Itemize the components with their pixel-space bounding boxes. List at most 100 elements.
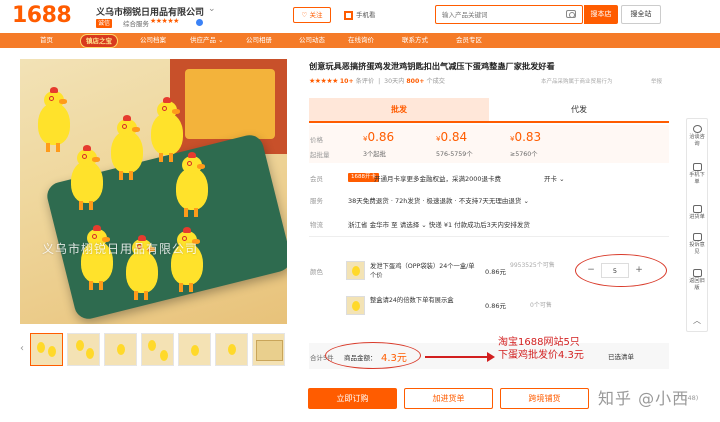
search-input[interactable]: [442, 8, 560, 21]
purchase-tabs: 批发 代发: [309, 98, 669, 123]
rating-stars: ★★★★★: [309, 77, 338, 85]
back-to-top-icon[interactable]: ︿: [687, 315, 707, 326]
price-tier-3: ¥0.83: [510, 130, 541, 144]
rating-row: ★★★★★ 10+ 条评价 | 30天内 800+ 个成交: [309, 77, 445, 85]
sidebar-item-label: 进货单: [689, 214, 705, 220]
option-price: 0.86元: [485, 268, 506, 276]
open-card-link[interactable]: 开卡 ⌄: [544, 173, 565, 183]
toy-chicken: [165, 227, 209, 293]
divider: [309, 236, 669, 237]
camera-icon[interactable]: [566, 10, 576, 18]
report-link[interactable]: 举报: [651, 77, 662, 85]
sidebar-item-chat[interactable]: 洽谈咨询: [687, 125, 707, 148]
site-logo[interactable]: 1688: [12, 3, 72, 28]
toy-chicken: [32, 87, 76, 153]
thumbnail[interactable]: [252, 333, 285, 366]
shop-badge: 诚信: [96, 19, 113, 28]
nav-item-featured[interactable]: 镇店之宝: [80, 34, 118, 48]
cart-icon: [692, 205, 702, 213]
nav-item-products-label: 供应产品: [190, 36, 216, 44]
thumbnail[interactable]: [67, 333, 100, 366]
shop-service-label: 综合服务: [123, 20, 149, 28]
price-value: 0.84: [440, 130, 468, 144]
service-text[interactable]: 38天免费退货 · 72h发货 · 极速退款 · 不支持7天无理由退货 ⌄: [348, 195, 529, 205]
header: 1688 义乌市栩锐日用品有限公司 ⌄ 诚信 综合服务 ★★★★★ ♡ 关注 手…: [0, 0, 720, 33]
thumbnail[interactable]: [178, 333, 211, 366]
member-text: 开通月卡享更多金融权益，采满2000退卡费: [374, 175, 502, 183]
shop-stars: ★★★★★: [150, 17, 179, 25]
tab-dropship[interactable]: 代发: [489, 98, 669, 121]
review-count: (48): [685, 394, 699, 402]
edit-icon: [692, 233, 702, 241]
toy-chicken: [170, 152, 214, 218]
sales-prefix: 30天内: [384, 78, 405, 85]
trade-notice: 本产品采购属于商业贸易行为: [541, 79, 613, 85]
rating-count[interactable]: 10+: [340, 78, 354, 85]
add-to-cart-button[interactable]: 加进货单: [404, 388, 493, 409]
nav-item-news[interactable]: 公司动态: [299, 33, 325, 48]
buy-now-button[interactable]: 立即订购: [308, 388, 397, 409]
sidebar-item-feedback[interactable]: 投诉意见: [687, 233, 707, 256]
annotation-arrow: [425, 356, 491, 358]
shipping-text[interactable]: 浙江省 金华市 至 请选择 ⌄ 快递 ¥1 付款成功后3天内安排发货: [348, 219, 530, 229]
shop-nav-bar: 首页 镇店之宝 公司档案 供应产品 ⌄ 公司相册 公司动态 在线询价 联系方式 …: [0, 33, 720, 48]
annotation-text: 淘宝1688网站5只 下蛋鸡批发价4.3元: [498, 336, 584, 362]
qty-tier-1: 3个起批: [363, 151, 386, 158]
sidebar-item-label: 返回旧版: [689, 278, 705, 291]
option-thumbnail[interactable]: [346, 261, 365, 280]
search-shop-button[interactable]: 搜本店: [584, 5, 618, 24]
annotation-arrowhead: [487, 352, 495, 362]
option-thumbnail[interactable]: [346, 296, 365, 315]
chat-icon: [692, 125, 702, 133]
sidebar-item-label: 洽谈咨询: [689, 134, 705, 147]
product-title: 创意玩具恶搞挤蛋鸡发泄鸡钥匙扣出气减压下蛋鸡整蛊厂家批发好看: [309, 61, 555, 71]
tab-wholesale[interactable]: 批发: [309, 98, 489, 121]
selected-list-link[interactable]: 已选清单: [608, 351, 634, 361]
price-label: 价格: [310, 136, 323, 144]
thumbnail[interactable]: [141, 333, 174, 366]
annotation-line-2: 下蛋鸡批发价4.3元: [498, 350, 584, 361]
sidebar-item-old-version[interactable]: 返回旧版: [687, 269, 707, 292]
cross-border-button[interactable]: 跨境铺货: [500, 388, 589, 409]
price-tier-2: ¥0.84: [436, 130, 467, 144]
nav-item-albums[interactable]: 公司相册: [246, 33, 272, 48]
sidebar-item-mobile[interactable]: 手机下单: [687, 163, 707, 186]
shipping-label: 物流: [310, 221, 323, 229]
price-value: 0.83: [514, 130, 542, 144]
search-box: [435, 5, 583, 24]
chevron-left-icon[interactable]: ‹: [20, 343, 24, 354]
rating-count-label: 条评价: [355, 78, 375, 85]
follow-button[interactable]: ♡ 关注: [293, 7, 331, 23]
search-all-button[interactable]: 搜全站: [621, 5, 661, 24]
sidebar-item-cart[interactable]: 进货单: [687, 205, 707, 221]
qty-tier-3: ≥5760个: [510, 151, 538, 158]
thumbnail[interactable]: [215, 333, 248, 366]
mobile-view-button[interactable]: 手机看: [344, 7, 376, 23]
price-tier-1: ¥0.86: [363, 130, 394, 144]
price-value: 0.86: [367, 130, 395, 144]
nav-item-home[interactable]: 首页: [40, 33, 53, 48]
color-label: 颜色: [310, 268, 323, 276]
thumbnail[interactable]: [30, 333, 63, 366]
nav-item-products[interactable]: 供应产品 ⌄: [190, 33, 224, 48]
annotation-circle: [325, 342, 421, 369]
option-name: 发泄下蛋鸡（OPP袋装）24个一盒/单个价: [370, 263, 475, 279]
image-watermark: 义乌市栩锐日用品有限公司: [42, 242, 199, 256]
product-main-image[interactable]: 义乌市栩锐日用品有限公司: [20, 59, 287, 324]
toy-chicken: [105, 115, 149, 181]
chevron-down-icon: ⌄: [218, 36, 224, 44]
nav-item-contact[interactable]: 联系方式: [402, 33, 428, 48]
option-price: 0.86元: [485, 302, 506, 310]
mobile-view-label: 手机看: [356, 11, 376, 19]
nav-item-members[interactable]: 会员专区: [456, 33, 482, 48]
sales-suffix: 个成交: [426, 78, 445, 85]
qr-code-icon: [344, 10, 353, 20]
nav-item-inquiry[interactable]: 在线询价: [348, 33, 374, 48]
service-label: 服务: [310, 197, 323, 205]
chevron-down-icon[interactable]: ⌄: [208, 4, 216, 14]
zhihu-watermark: 知乎 @小西: [598, 389, 690, 408]
verified-icon: [196, 19, 203, 26]
thumbnail[interactable]: [104, 333, 137, 366]
nav-item-profile[interactable]: 公司档案: [140, 33, 166, 48]
annotation-line-1: 淘宝1688网站5只: [498, 337, 580, 348]
